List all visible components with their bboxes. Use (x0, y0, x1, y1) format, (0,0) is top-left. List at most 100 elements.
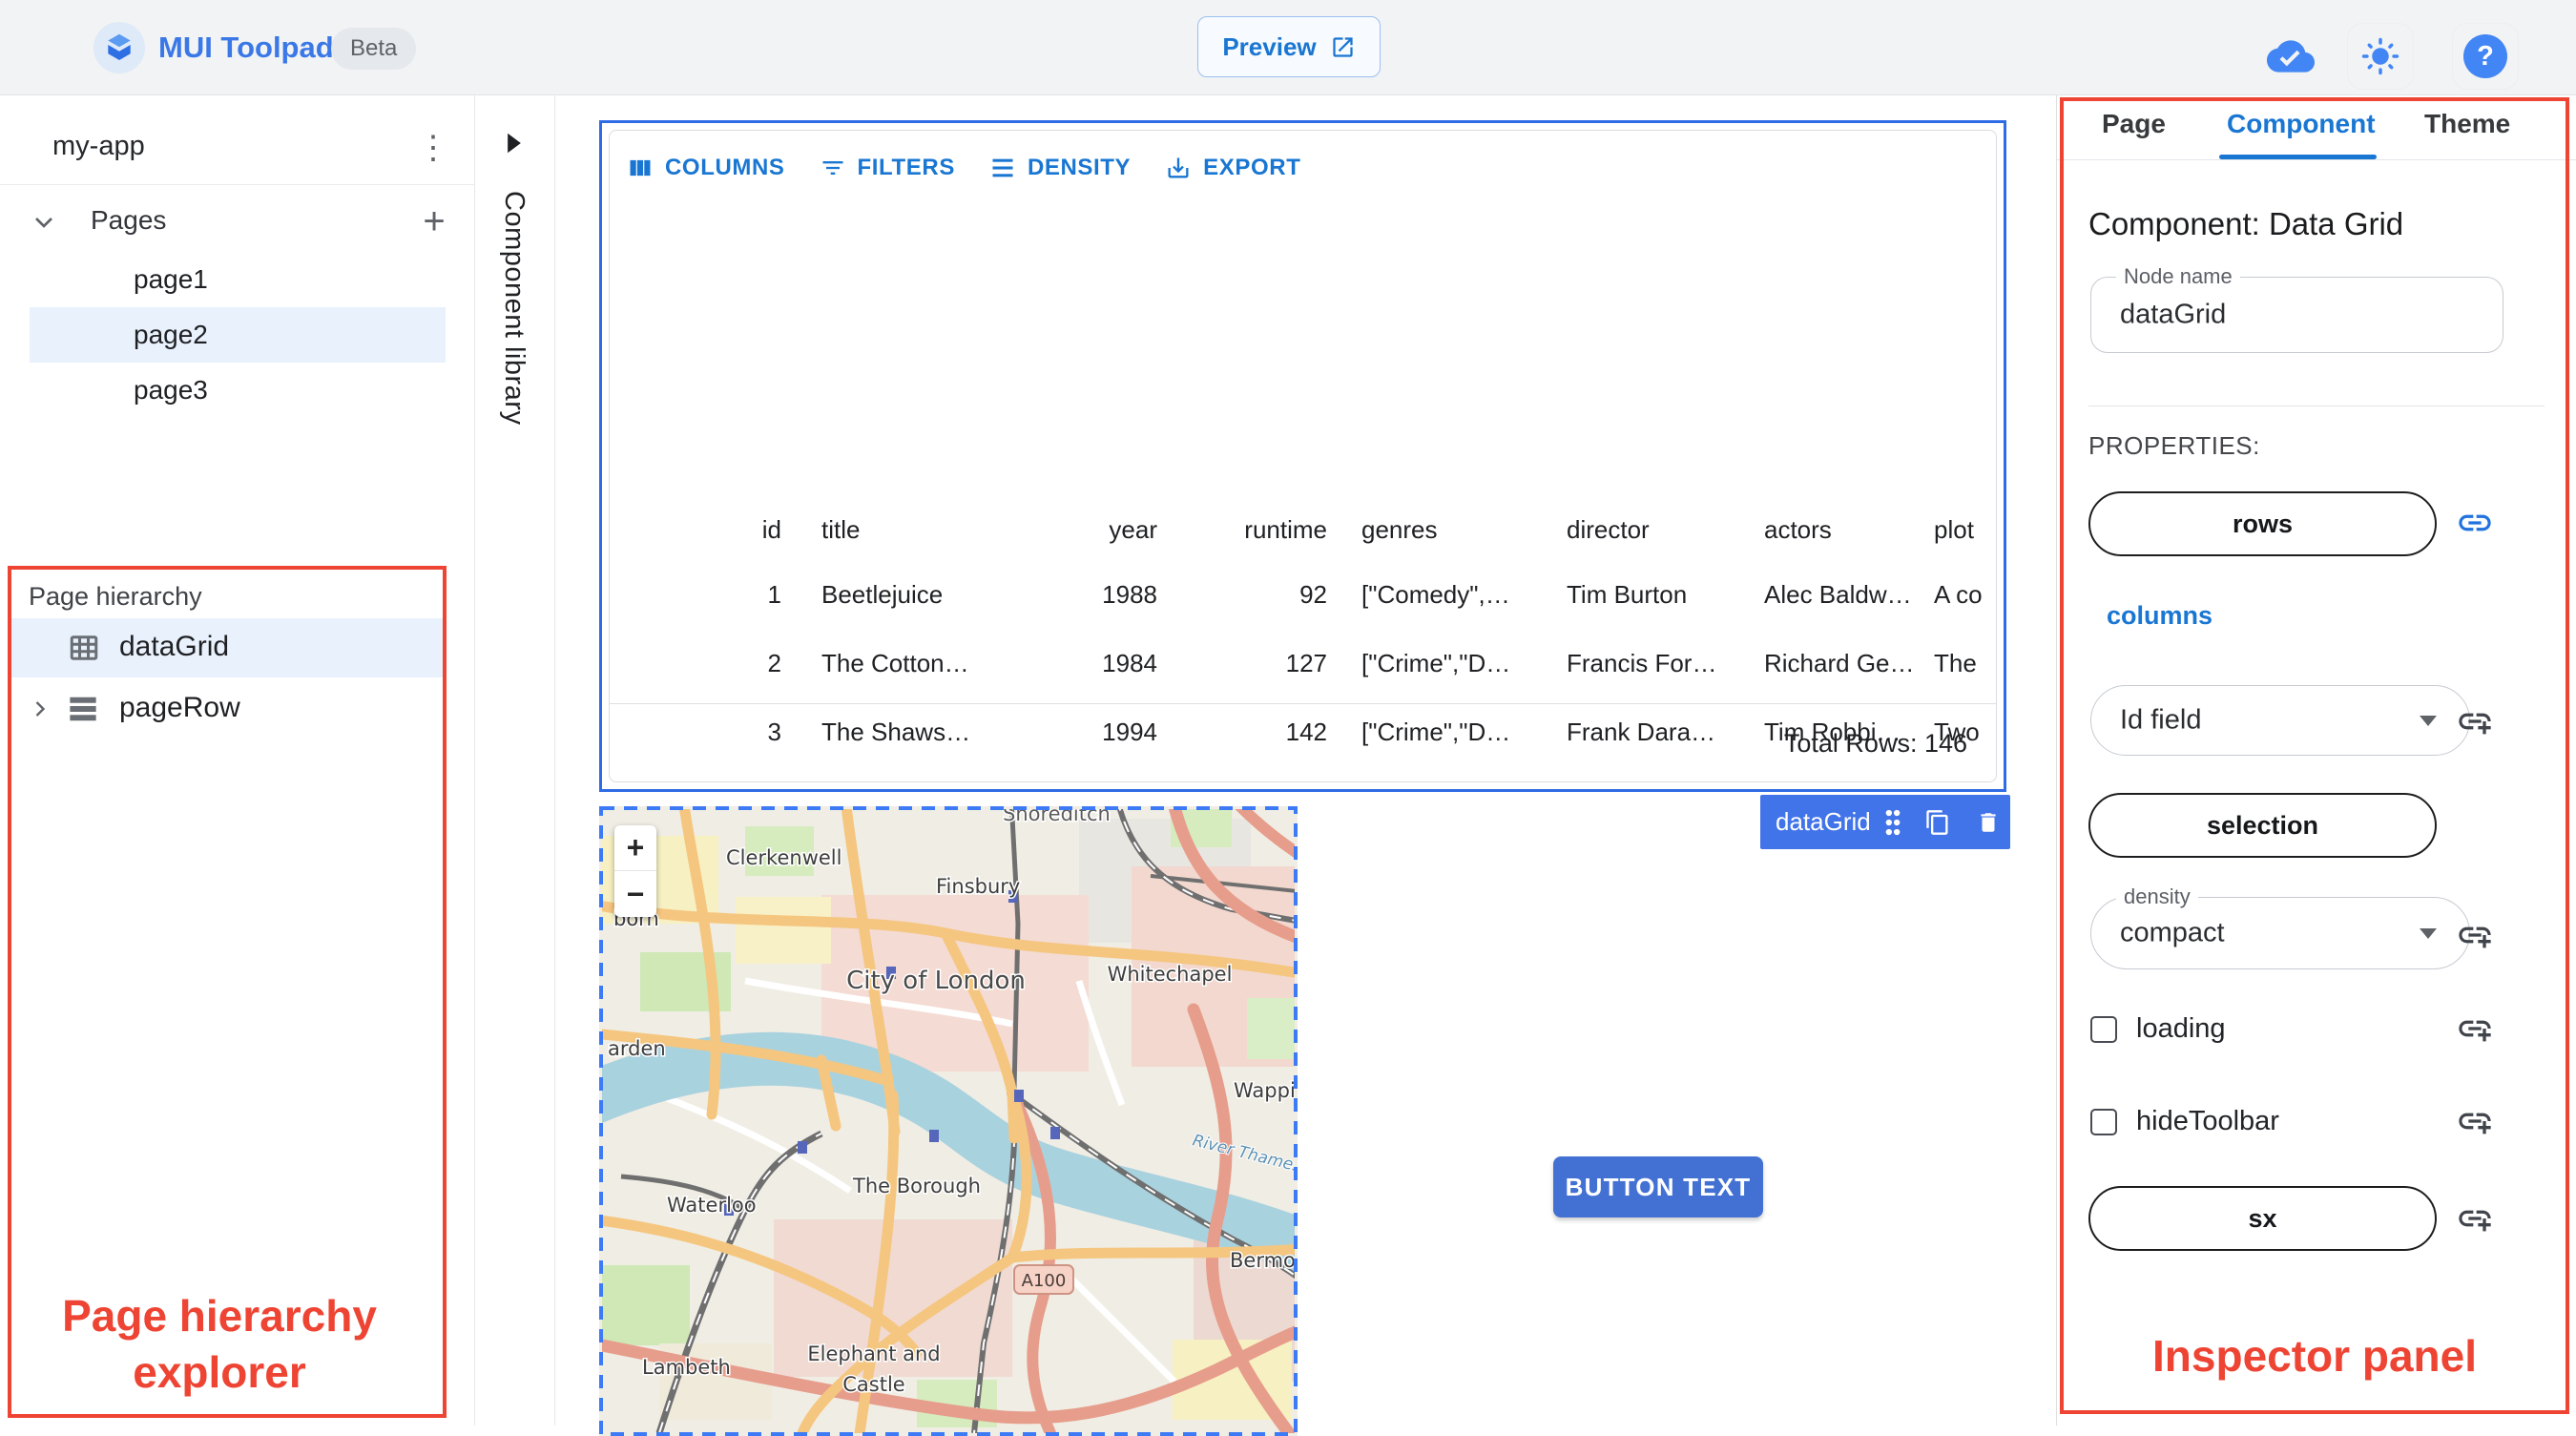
chevron-down-icon (2420, 716, 2437, 726)
inspector-tabs: Page Component Theme (2057, 95, 2576, 160)
density-button[interactable]: DENSITY (989, 155, 1131, 181)
inspector-panel: Page Component Theme Component: Data Gri… (2056, 95, 2576, 1426)
map-canvas: Shoreditch Clerkenwell Finsbury born Cit… (602, 809, 1295, 1433)
pages-section-label: Pages (91, 205, 167, 235)
map-label: Finsbury (936, 875, 1020, 898)
node-name-field[interactable]: Node name dataGrid (2090, 264, 2503, 353)
open-in-new-icon (1330, 34, 1356, 60)
active-tab-indicator (2219, 155, 2377, 159)
app-header: MUI Toolpad Beta Preview ? (0, 0, 2576, 95)
add-link-icon[interactable] (2456, 916, 2494, 954)
export-button[interactable]: EXPORT (1165, 155, 1300, 181)
chevron-down-icon (2420, 928, 2437, 939)
zoom-out-button[interactable]: − (614, 871, 656, 917)
sidebar-item-page1[interactable]: page1 (30, 252, 446, 307)
add-link-icon[interactable] (2456, 1199, 2494, 1238)
download-icon (1165, 155, 1192, 181)
help-icon[interactable]: ? (2452, 23, 2519, 90)
map-label: The Borough (852, 1175, 981, 1197)
zoom-in-button[interactable]: + (614, 825, 656, 871)
loading-checkbox[interactable] (2090, 1016, 2117, 1043)
columns-button[interactable]: COLUMNS (627, 155, 785, 181)
inspector-annotation-text: Inspector panel (2152, 1331, 2477, 1381)
light-mode-icon[interactable] (2347, 23, 2414, 90)
map-label: Whitechapel (1108, 963, 1233, 986)
app-name-row: my-app ⋮ (0, 112, 475, 184)
preview-button[interactable]: Preview (1197, 16, 1381, 77)
page-hierarchy-annotation-text: Page hierarchy explorer (62, 1291, 377, 1397)
tab-theme[interactable]: Theme (2424, 109, 2510, 139)
beta-badge: Beta (331, 28, 417, 70)
map-label: Castle (842, 1373, 904, 1396)
road-badge-a100: A100 (1013, 1264, 1074, 1295)
selection-property-button[interactable]: selection (2088, 793, 2437, 858)
more-vert-icon[interactable]: ⋮ (412, 119, 454, 177)
sidebar-item-page2[interactable]: page2 (30, 307, 446, 363)
map-label: Wapping (1234, 1079, 1295, 1102)
map-label: Shoreditch (1003, 809, 1111, 825)
columns-property-link[interactable]: columns (2107, 601, 2212, 631)
toolpad-logo-icon[interactable] (93, 22, 145, 73)
hierarchy-item-datagrid[interactable]: dataGrid (11, 618, 445, 677)
density-icon (989, 155, 1016, 181)
component-title: Component: Data Grid (2088, 206, 2404, 241)
divider (0, 184, 475, 185)
page-hierarchy-title: Page hierarchy (29, 582, 202, 611)
map-label: City of London (846, 967, 1026, 995)
link-icon[interactable] (2456, 504, 2494, 542)
grid-icon (67, 631, 101, 665)
map-zoom-control: + − (614, 825, 656, 917)
map-label: Elephant and (807, 1342, 940, 1365)
density-label: density (2116, 884, 2198, 909)
add-link-icon[interactable] (2456, 702, 2494, 740)
add-link-icon[interactable] (2456, 1009, 2494, 1048)
hidetoolbar-label: hideToolbar (2136, 1106, 2279, 1136)
sx-property-button[interactable]: sx (2088, 1186, 2437, 1251)
tab-page[interactable]: Page (2102, 109, 2166, 139)
filters-button[interactable]: FILTERS (820, 155, 955, 181)
app-title: MUI Toolpad (158, 31, 334, 64)
selected-node-chip[interactable]: dataGrid (1760, 795, 2010, 849)
datagrid-toolbar: COLUMNS FILTERS DENSITY EXPORT (610, 131, 1996, 205)
map-label: Clerkenwell (726, 846, 841, 869)
drag-handle-icon[interactable] (1882, 808, 1903, 837)
cloud-done-icon[interactable] (2257, 23, 2324, 90)
hierarchy-item-pagerow[interactable]: pageRow (11, 679, 445, 739)
filter-list-icon (820, 155, 846, 181)
delete-icon[interactable] (1976, 809, 2001, 836)
total-rows-label: Total Rows: 146 (1783, 729, 1967, 758)
map-component[interactable]: Shoreditch Clerkenwell Finsbury born Cit… (599, 806, 1298, 1436)
sidebar-item-page3[interactable]: page3 (30, 363, 446, 418)
map-label: Bermondsey (1230, 1249, 1295, 1272)
map-label: arden (608, 1037, 666, 1060)
expand-arrow-icon[interactable] (504, 132, 525, 155)
node-name-value: dataGrid (2120, 299, 2227, 330)
hierarchy-item-label: dataGrid (119, 631, 230, 662)
node-name-label: Node name (2116, 264, 2240, 289)
hidetoolbar-checkbox[interactable] (2090, 1109, 2117, 1135)
component-library-label: Component library (499, 191, 530, 426)
map-label: Waterloo (667, 1194, 757, 1217)
duplicate-icon[interactable] (1924, 809, 1951, 836)
sidebar: my-app ⋮ Pages + page1 page2 page3 Page … (0, 95, 475, 1426)
datagrid-footer: Total Rows: 146 (610, 704, 1996, 781)
selected-node-label: dataGrid (1776, 807, 1871, 836)
hierarchy-item-label: pageRow (119, 692, 240, 723)
tab-component[interactable]: Component (2227, 109, 2376, 139)
app-name: my-app (52, 131, 145, 161)
canvas-button[interactable]: BUTTON TEXT (1553, 1156, 1763, 1217)
rows-property-button[interactable]: rows (2088, 491, 2437, 556)
add-page-icon[interactable]: + (412, 199, 456, 243)
svg-text:A100: A100 (1022, 1271, 1067, 1291)
chevron-down-icon[interactable] (29, 207, 59, 238)
id-field-select[interactable]: Id field (2090, 685, 2470, 756)
rows-icon (67, 695, 101, 729)
add-link-icon[interactable] (2456, 1102, 2494, 1140)
datagrid-component[interactable]: COLUMNS FILTERS DENSITY EXPORT id title … (609, 130, 1997, 782)
properties-label: PROPERTIES: (2088, 431, 2260, 460)
component-library-panel[interactable]: Component library (475, 95, 555, 1426)
chevron-right-icon[interactable] (27, 696, 53, 722)
view-column-icon (627, 155, 654, 181)
pages-section-header[interactable]: Pages + (0, 196, 475, 249)
density-select[interactable]: density compact (2090, 884, 2470, 969)
